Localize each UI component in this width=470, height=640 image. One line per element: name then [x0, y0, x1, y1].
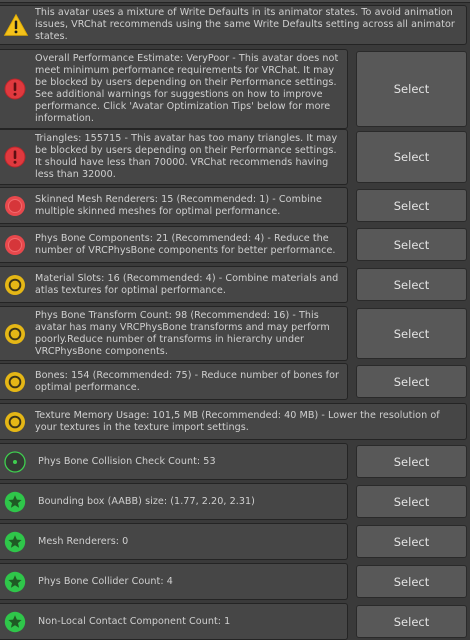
select-button[interactable]: Select	[356, 268, 467, 301]
exclamation-error-icon	[4, 146, 26, 168]
check-message: Bounding box (AABB) size: (1.77, 2.20, 2…	[38, 495, 255, 507]
green-star-icon	[4, 571, 26, 592]
check-message: Material Slots: 16 (Recommended: 4) - Co…	[35, 272, 339, 296]
select-button[interactable]: Select	[356, 365, 467, 398]
select-button[interactable]: Select	[356, 228, 467, 261]
yellow-circle-icon	[5, 411, 25, 432]
check-row: Overall Performance Estimate: VeryPoor -…	[0, 49, 470, 129]
check-message: Overall Performance Estimate: VeryPoor -…	[35, 53, 339, 124]
warning-text: This avatar uses a mixture of Write Defa…	[35, 7, 455, 42]
top-divider	[0, 0, 470, 3]
check-message: Non-Local Contact Component Count: 1	[38, 615, 231, 627]
green-star-icon	[4, 611, 26, 632]
select-button[interactable]: Select	[356, 131, 467, 183]
check-row: Phys Bone Collision Check Count: 53 Selec…	[0, 443, 470, 480]
check-message: Bones: 154 (Recommended: 75) - Reduce nu…	[35, 369, 340, 393]
check-row: Bounding box (AABB) size: (1.77, 2.20, 2…	[0, 483, 470, 520]
check-message: Phys Bone Components: 21 (Recommended: 4…	[35, 232, 336, 256]
red-circle-icon	[5, 195, 25, 216]
select-button[interactable]: Select	[356, 525, 467, 558]
green-star-icon	[4, 531, 26, 552]
check-row: Texture Memory Usage: 101,5 MB (Recommen…	[0, 403, 470, 440]
yellow-circle-icon	[5, 274, 25, 295]
warning-triangle-icon	[3, 13, 29, 36]
select-button[interactable]: Select	[356, 51, 467, 127]
check-row: Material Slots: 16 (Recommended: 4) - Co…	[0, 266, 470, 303]
write-defaults-warning: This avatar uses a mixture of Write Defa…	[0, 5, 470, 45]
check-row: Skinned Mesh Renderers: 15 (Recommended:…	[0, 187, 470, 224]
check-message: Mesh Renderers: 0	[38, 535, 129, 547]
check-row: Phys Bone Transform Count: 98 (Recommend…	[0, 306, 470, 361]
select-button[interactable]: Select	[356, 485, 467, 518]
yellow-circle-icon	[5, 371, 25, 392]
check-message: Phys Bone Collision Check Count: 53	[38, 455, 216, 467]
check-row: Non-Local Contact Component Count: 1 Sele…	[0, 603, 470, 640]
green-dot-icon	[4, 450, 26, 473]
check-message: Phys Bone Transform Count: 98 (Recommend…	[35, 309, 330, 357]
check-row: Bones: 154 (Recommended: 75) - Reduce nu…	[0, 363, 470, 400]
check-message: Texture Memory Usage: 101,5 MB (Recommen…	[35, 409, 440, 433]
select-button[interactable]: Select	[356, 605, 467, 638]
select-button[interactable]: Select	[356, 565, 467, 598]
yellow-circle-icon	[5, 323, 25, 344]
exclamation-error-icon	[4, 78, 26, 100]
check-message: Triangles: 155715 - This avatar has too …	[35, 133, 338, 180]
green-star-icon	[4, 491, 26, 512]
check-message: Skinned Mesh Renderers: 15 (Recommended:…	[35, 193, 322, 217]
select-button[interactable]: Select	[356, 189, 467, 222]
check-row: Phys Bone Collider Count: 4 Select	[0, 563, 470, 600]
check-row: Mesh Renderers: 0 Select	[0, 523, 470, 560]
red-circle-icon	[5, 234, 25, 255]
select-button[interactable]: Select	[356, 445, 467, 478]
check-message: Phys Bone Collider Count: 4	[38, 575, 173, 587]
check-row: Phys Bone Components: 21 (Recommended: 4…	[0, 226, 470, 263]
check-row: Triangles: 155715 - This avatar has too …	[0, 129, 470, 185]
select-button[interactable]: Select	[356, 308, 467, 359]
